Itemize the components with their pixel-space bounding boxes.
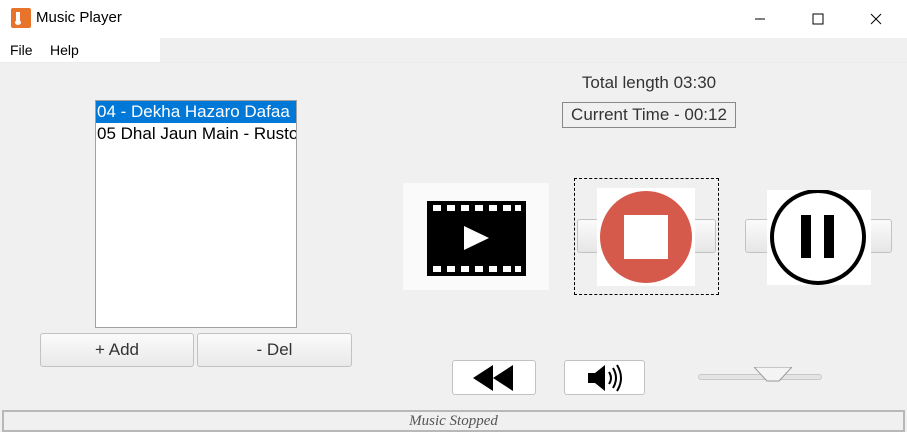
- menu-help[interactable]: Help: [50, 42, 79, 58]
- playlist-item[interactable]: 05 Dhal Jaun Main - Rustom: [96, 123, 296, 145]
- maximize-button[interactable]: [789, 0, 847, 38]
- volume-thumb[interactable]: [752, 366, 794, 385]
- rewind-button[interactable]: [452, 360, 536, 395]
- close-icon: [870, 13, 882, 25]
- stop-icon: [600, 191, 692, 283]
- current-time: Current Time - 00:12: [562, 102, 736, 128]
- minimize-icon: [755, 18, 765, 20]
- delete-button[interactable]: - Del: [197, 333, 352, 367]
- speaker-icon: [587, 363, 622, 392]
- menu-bar-filler: [160, 38, 907, 62]
- minimize-button[interactable]: [731, 0, 789, 38]
- total-length: Total length 03:30: [581, 73, 717, 92]
- mute-button[interactable]: [564, 360, 645, 395]
- menu-file[interactable]: File: [10, 42, 33, 58]
- playlist[interactable]: 04 - Dekha Hazaro Dafaa 05 Dhal Jaun Main…: [95, 100, 297, 328]
- status-bar: Music Stopped: [2, 410, 905, 432]
- film-play-icon: [427, 201, 526, 276]
- add-button[interactable]: + Add: [40, 333, 194, 367]
- window-title: Music Player: [36, 9, 122, 26]
- title-bar: Music Player: [0, 0, 907, 38]
- pause-icon-area[interactable]: [767, 189, 871, 285]
- pause-icon: [770, 189, 866, 285]
- music-note-icon: [11, 8, 31, 28]
- maximize-icon: [812, 13, 824, 25]
- close-button[interactable]: [847, 0, 905, 38]
- play-icon-area[interactable]: [403, 183, 549, 290]
- rewind-icon: [473, 364, 513, 391]
- playlist-item[interactable]: 04 - Dekha Hazaro Dafaa: [96, 101, 296, 123]
- stop-icon-area[interactable]: [597, 188, 695, 286]
- volume-slider[interactable]: [698, 366, 822, 382]
